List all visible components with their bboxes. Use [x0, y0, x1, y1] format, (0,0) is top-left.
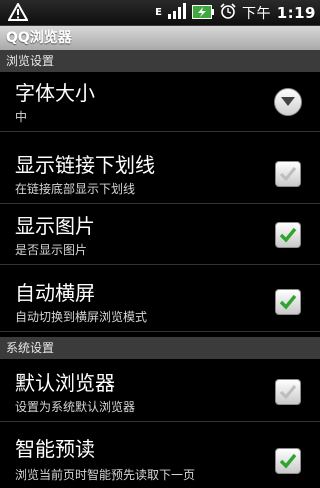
- setting-title: 默认浏览器: [15, 371, 115, 395]
- show-images-checkbox[interactable]: [275, 222, 301, 248]
- setting-subtitle: 在链接底部显示下划线: [15, 182, 136, 196]
- setting-title: 自动横屏: [15, 281, 95, 305]
- signal-icon: [167, 3, 186, 23]
- setting-subtitle: 浏览当前页时智能预先读取下一页: [15, 468, 196, 482]
- setting-font-size[interactable]: 字体大小 中: [0, 72, 320, 132]
- setting-title: 智能预读: [15, 437, 95, 461]
- dropdown-arrow-icon[interactable]: [274, 88, 302, 116]
- setting-subtitle: 设置为系统默认浏览器: [15, 400, 136, 414]
- setting-show-images[interactable]: 显示图片 是否显示图片: [0, 205, 320, 265]
- battery-charging-icon: [191, 4, 214, 23]
- auto-rotate-checkbox[interactable]: [275, 289, 301, 315]
- setting-title: 显示链接下划线: [15, 153, 155, 177]
- app-title: QQ浏览器: [6, 30, 72, 46]
- underline-links-checkbox[interactable]: [275, 161, 301, 187]
- setting-auto-rotate[interactable]: 自动横屏 自动切换到横屏浏览模式: [0, 272, 320, 332]
- setting-subtitle: 是否显示图片: [15, 243, 88, 257]
- setting-underline-links[interactable]: 显示链接下划线 在链接底部显示下划线: [0, 144, 320, 204]
- smart-preload-checkbox[interactable]: [275, 448, 301, 474]
- warning-icon: [7, 1, 29, 25]
- default-browser-checkbox[interactable]: [275, 379, 301, 405]
- setting-value: 中: [15, 110, 28, 124]
- time-prefix: 下午: [241, 6, 271, 22]
- alarm-icon: [220, 3, 236, 23]
- section-title-system: 系统设置: [6, 341, 55, 355]
- setting-default-browser[interactable]: 默认浏览器 设置为系统默认浏览器: [0, 362, 320, 422]
- section-header-browse: 浏览设置: [0, 50, 320, 72]
- section-title-browse: 浏览设置: [6, 54, 55, 68]
- time-value: 1:19: [276, 4, 316, 22]
- setting-smart-preload[interactable]: 智能预读 浏览当前页时智能预先读取下一页: [0, 428, 320, 488]
- section-header-system: 系统设置: [0, 337, 320, 359]
- setting-title: 字体大小: [15, 81, 95, 105]
- setting-title: 显示图片: [15, 214, 95, 238]
- network-type-icon: E: [155, 7, 162, 18]
- status-bar: E 下午 1:19: [0, 0, 320, 26]
- clock: 下午 1:19: [242, 3, 316, 23]
- setting-subtitle: 自动切换到横屏浏览模式: [15, 310, 148, 324]
- app-title-bar: QQ浏览器: [0, 26, 320, 50]
